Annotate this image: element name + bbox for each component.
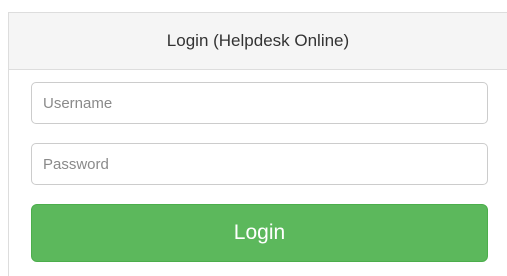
panel-title: Login (Helpdesk Online) xyxy=(166,31,350,50)
login-panel: Login (Helpdesk Online) Login xyxy=(8,12,507,276)
username-input[interactable] xyxy=(31,82,488,124)
login-button[interactable]: Login xyxy=(31,204,488,262)
panel-heading: Login (Helpdesk Online) xyxy=(9,13,507,70)
password-input[interactable] xyxy=(31,143,488,185)
